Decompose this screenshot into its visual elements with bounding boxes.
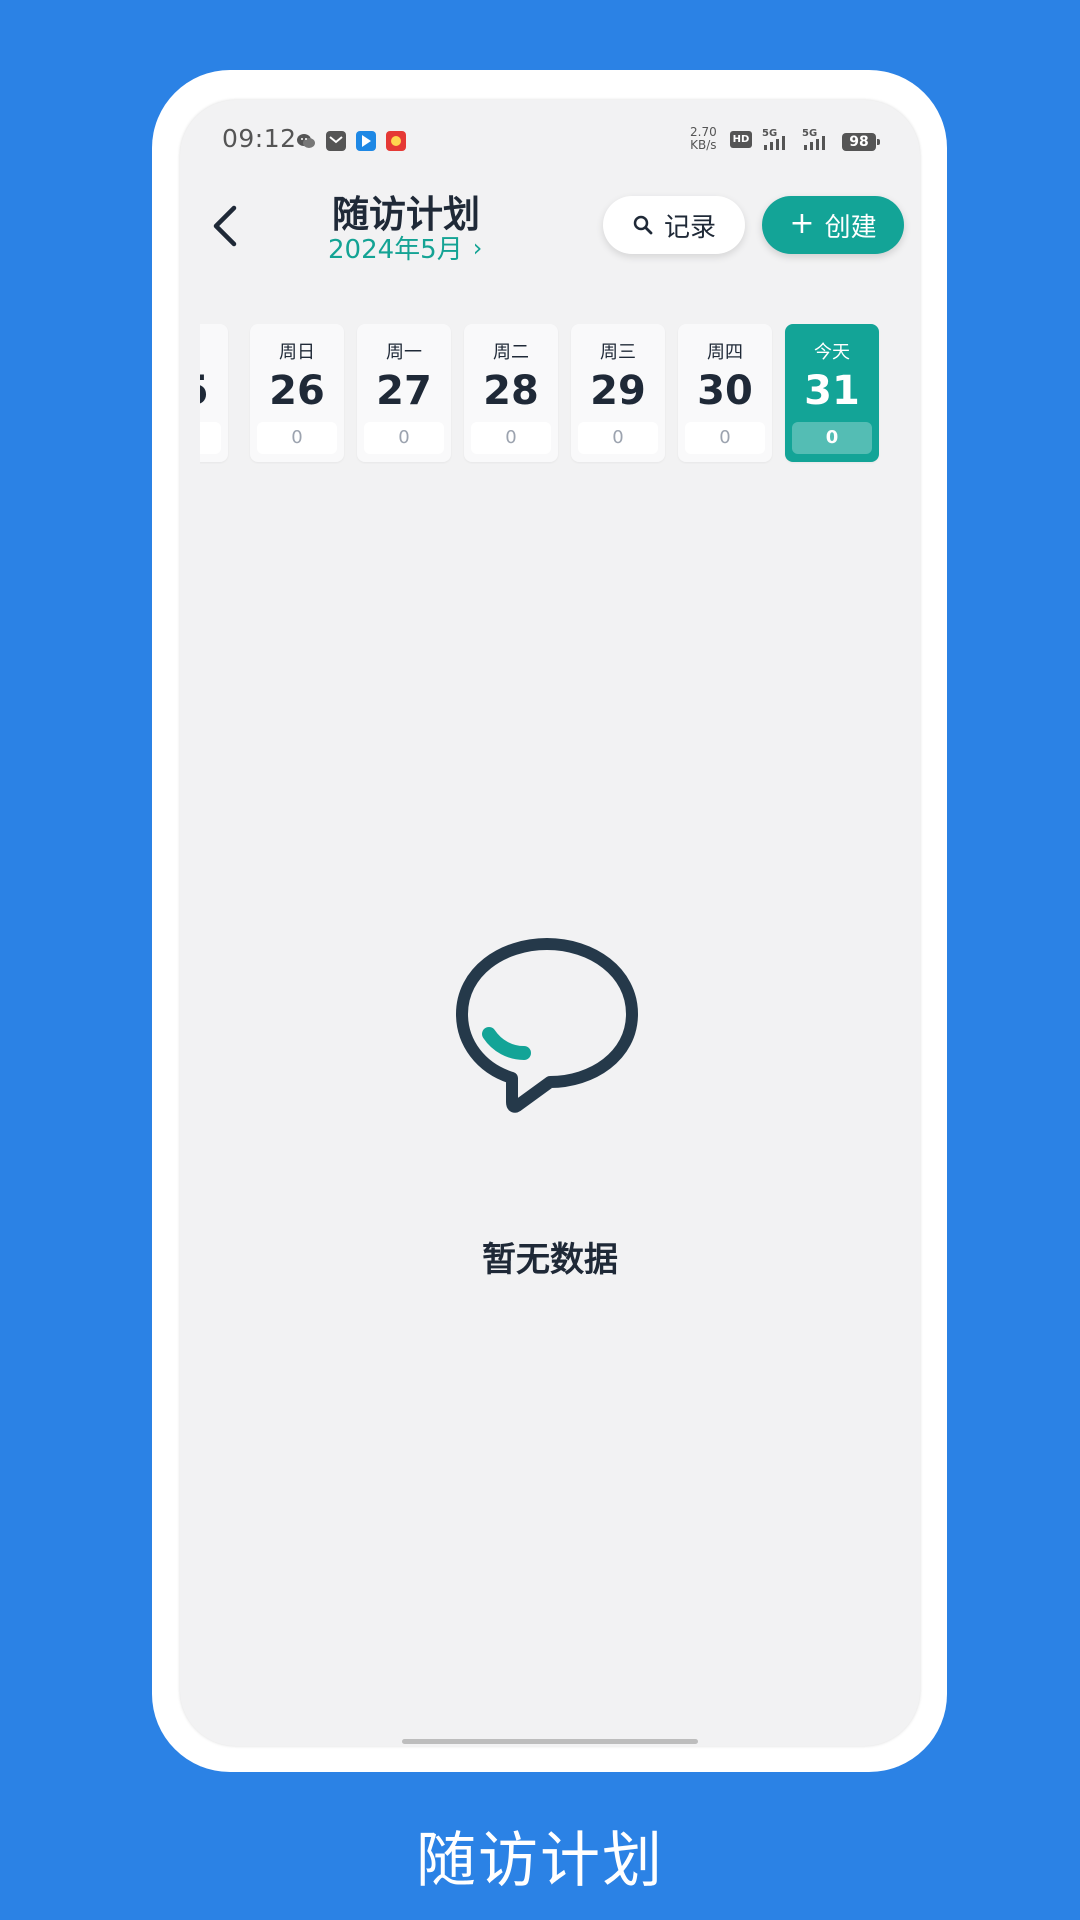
status-time: 09:12 (222, 124, 297, 153)
day-count: 0 (364, 422, 444, 454)
wechat-icon (296, 131, 316, 151)
status-bar: 09:12 2.70 KB/s HD 5G 5G 98 (180, 100, 920, 182)
network-speed-value: 2.70 (690, 125, 717, 139)
signal-2-icon: 5G (802, 128, 836, 152)
day-weekday: 周四 (707, 342, 743, 363)
hd-icon: HD (730, 131, 752, 148)
day-weekday: 周三 (600, 342, 636, 363)
day-card-28[interactable]: 周二 28 0 (464, 324, 558, 462)
network-speed-unit: KB/s (690, 138, 717, 152)
day-date: 27 (376, 368, 432, 414)
signal-2-label: 5G (802, 128, 818, 139)
day-weekday: 周六 (200, 338, 228, 364)
day-card-30[interactable]: 周四 30 0 (678, 324, 772, 462)
day-date: 30 (697, 368, 753, 414)
records-label: 记录 (663, 212, 716, 243)
day-date: 31 (804, 368, 860, 414)
month-label: 2024年5月 (328, 235, 463, 265)
date-strip[interactable]: 周六 25 0 周日 26 0 周一 27 0 周二 28 0 周三 29 0 … (200, 324, 900, 464)
signal-1-icon: 5G (762, 128, 796, 152)
day-card-25[interactable]: 周六 25 0 (200, 324, 228, 462)
empty-state-message: 暂无数据 (482, 1240, 618, 1280)
day-count: 0 (471, 422, 551, 454)
day-count: 0 (257, 422, 337, 454)
chevron-right-icon: › (472, 233, 483, 262)
blue-app-icon (356, 131, 376, 151)
create-button[interactable]: + 创建 (762, 196, 904, 254)
create-label: 创建 (824, 212, 877, 243)
message-icon (326, 131, 346, 151)
day-weekday: 周日 (279, 342, 315, 363)
month-picker[interactable]: 2024年5月 › (328, 229, 482, 266)
day-count: 0 (578, 422, 658, 454)
chat-bubble-icon (456, 938, 638, 1113)
day-weekday: 周一 (386, 342, 422, 363)
day-count: 0 (792, 422, 872, 454)
day-weekday: 今天 (814, 342, 850, 363)
back-arrow-icon (213, 205, 237, 247)
day-card-today[interactable]: 今天 31 0 (785, 324, 879, 462)
phone-screen: 09:12 2.70 KB/s HD 5G 5G 98 随访计划 2024年5月… (180, 100, 920, 1746)
battery-icon: 98 (842, 133, 880, 151)
day-date: 25 (200, 368, 228, 414)
day-card-27[interactable]: 周一 27 0 (357, 324, 451, 462)
caption-title: 随访计划 (416, 1826, 664, 1896)
network-speed: 2.70 KB/s (690, 126, 717, 152)
records-button[interactable]: 记录 (603, 196, 745, 254)
home-indicator[interactable] (402, 1739, 698, 1744)
red-app-icon (386, 131, 406, 151)
search-icon (633, 215, 653, 235)
day-date: 28 (483, 368, 539, 414)
day-date: 29 (590, 368, 646, 414)
day-count: 0 (685, 422, 765, 454)
day-count: 0 (200, 422, 221, 454)
back-button[interactable] (202, 198, 252, 254)
day-card-26[interactable]: 周日 26 0 (250, 324, 344, 462)
day-card-29[interactable]: 周三 29 0 (571, 324, 665, 462)
day-date: 26 (269, 368, 325, 414)
plus-icon: + (789, 206, 815, 241)
day-weekday: 周二 (493, 342, 529, 363)
signal-1-label: 5G (762, 128, 778, 139)
